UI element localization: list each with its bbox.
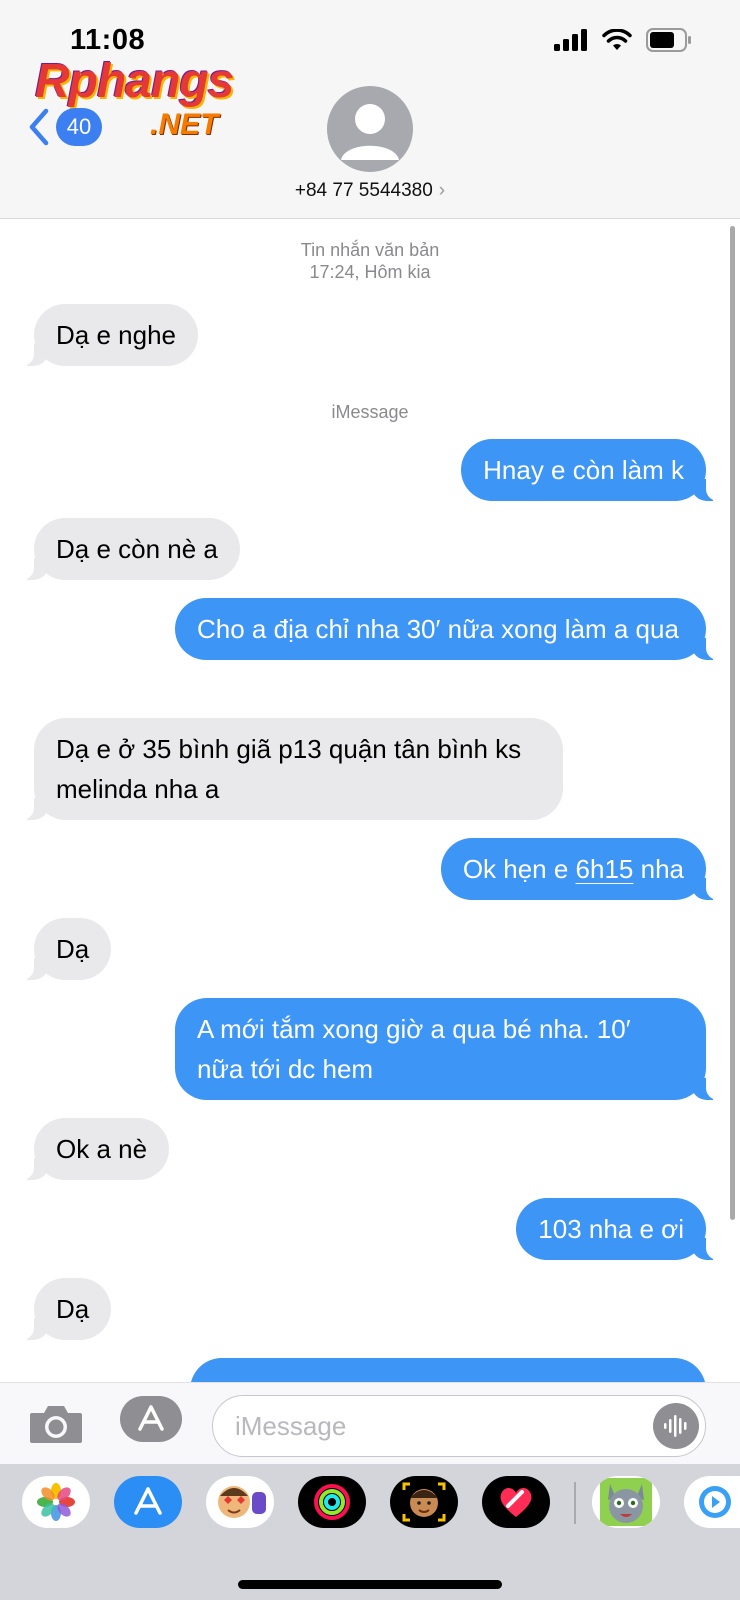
audio-message-button[interactable]	[653, 1403, 699, 1449]
scrollbar[interactable]	[730, 226, 735, 1220]
time-link[interactable]: 6h15	[576, 854, 634, 884]
camera-button[interactable]	[28, 1403, 84, 1450]
message-bubble-outgoing[interactable]: 103 nha e ơi	[516, 1198, 723, 1260]
message-text: nha	[633, 854, 684, 884]
unread-count-badge: 40	[56, 108, 102, 146]
message-thread[interactable]: Tin nhắn văn bản 17:24, Hôm kia Dạ e ngh…	[0, 220, 740, 1382]
chevron-right-icon: ›	[438, 180, 446, 201]
thread-timestamp: 17:24, Hôm kia	[309, 262, 431, 282]
talking-tom-icon	[600, 1478, 652, 1526]
status-time: 11:08	[70, 24, 146, 56]
photos-icon	[37, 1483, 75, 1521]
app-store-icon	[134, 1487, 162, 1515]
app-drawer	[0, 1464, 740, 1600]
wifi-icon	[602, 29, 632, 50]
talking-tom-app-button[interactable]	[592, 1476, 660, 1528]
message-input-placeholder: iMessage	[235, 1410, 347, 1441]
contact-name-button[interactable]: +84 77 5544380 ›	[0, 180, 740, 202]
contact-name: +84 77 5544380	[294, 180, 433, 201]
compose-bar: iMessage	[0, 1382, 740, 1464]
message-bubble-incoming[interactable]: Dạ	[16, 918, 112, 980]
apps-button[interactable]	[120, 1396, 182, 1442]
memoji-stickers-app-button[interactable]	[206, 1476, 274, 1528]
message-bubble-incoming[interactable]: Dạ e nghe	[17, 304, 198, 366]
drawer-divider	[574, 1482, 576, 1524]
imessage-label: iMessage	[331, 402, 409, 422]
message-bubble-outgoing[interactable]: A mới tắm xong giờ a qua bé nha. 10′ nữa…	[175, 998, 723, 1100]
digital-touch-app-button[interactable]	[482, 1476, 550, 1528]
message-bubble-incoming[interactable]: Ok a nè	[16, 1118, 170, 1180]
app-store-app-button[interactable]	[114, 1476, 182, 1528]
message-input[interactable]: iMessage	[212, 1395, 706, 1457]
battery-icon	[646, 28, 691, 52]
message-bubble-outgoing[interactable]: Cho a địa chỉ nha 30′ nữa xong làm a qua	[175, 598, 723, 660]
photos-app-button[interactable]	[22, 1476, 90, 1528]
watermark-sub: .NET	[150, 108, 219, 141]
person-icon	[341, 104, 399, 160]
conversation-header: 11:08 Rphangs .NET 40 +84 77 5544380 ›	[0, 0, 740, 219]
cellular-signal-icon	[554, 29, 587, 51]
activity-icon	[314, 1484, 350, 1520]
contact-avatar[interactable]	[327, 86, 413, 172]
waveform-icon	[664, 1415, 687, 1437]
message-bubble-outgoing-partial[interactable]	[190, 1358, 706, 1382]
message-bubble-incoming[interactable]: Dạ e ở 35 bình giã p13 quận tân bình ks …	[17, 718, 563, 820]
message-bubble-outgoing[interactable]: Hnay e còn làm k	[461, 439, 723, 501]
service-label: Tin nhắn văn bản	[300, 240, 440, 260]
message-text: Ok hẹn e	[462, 854, 576, 884]
message-bubble-incoming[interactable]: Dạ e còn nè a	[17, 518, 240, 580]
music-app-button[interactable]	[684, 1476, 740, 1528]
music-icon	[699, 1486, 731, 1518]
message-bubble-outgoing[interactable]: Ok hẹn e 6h15 nha	[440, 838, 724, 900]
activity-app-button[interactable]	[298, 1476, 366, 1528]
memoji-stickers-icon	[218, 1486, 266, 1518]
memoji-app-button[interactable]	[390, 1476, 458, 1528]
back-button[interactable]: 40	[28, 108, 102, 146]
app-store-icon	[138, 1405, 164, 1431]
message-bubble-incoming[interactable]: Dạ	[16, 1278, 112, 1340]
home-indicator[interactable]	[238, 1580, 502, 1589]
memoji-icon	[402, 1482, 446, 1522]
watermark-logo: Rphangs .NET	[35, 55, 234, 140]
digital-touch-icon	[500, 1487, 532, 1517]
chevron-left-icon	[29, 108, 49, 146]
camera-icon	[30, 1406, 82, 1443]
status-icons	[554, 28, 692, 52]
watermark-main: Rphangs	[35, 55, 234, 108]
